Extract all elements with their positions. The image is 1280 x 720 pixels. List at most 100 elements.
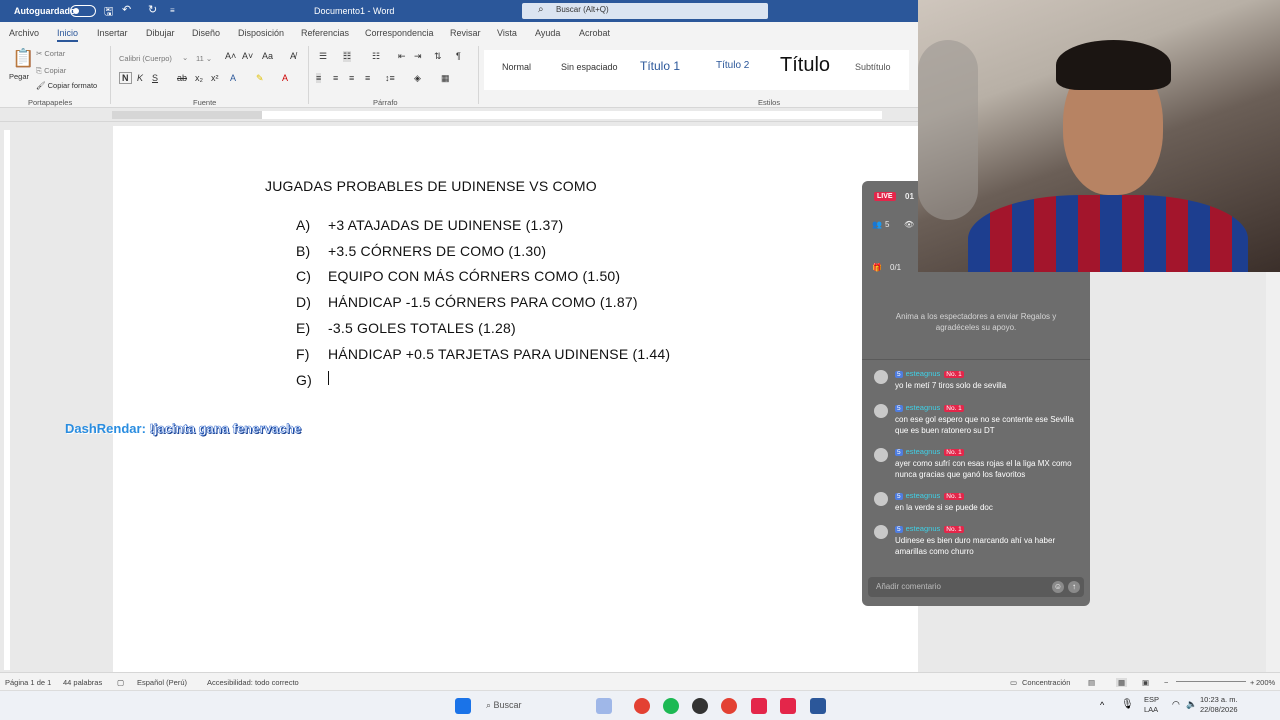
highlight-icon[interactable]: ✎ (256, 73, 264, 84)
send-icon[interactable]: ↑ (1068, 581, 1080, 593)
font-size-select[interactable]: 11 ⌄ (196, 54, 212, 63)
style-heading-1[interactable]: Título 1 (640, 59, 680, 93)
avatar[interactable] (874, 370, 888, 384)
style-title[interactable]: Título (780, 54, 830, 88)
tab-disposicion[interactable]: Disposición (238, 28, 284, 38)
tab-insertar[interactable]: Insertar (97, 28, 128, 38)
borders-icon[interactable]: ▦ (441, 73, 450, 84)
autosave-toggle[interactable] (70, 5, 96, 17)
windows-start-icon[interactable] (455, 698, 471, 714)
show-marks-icon[interactable]: ¶ (456, 51, 461, 61)
clock[interactable]: 10:23 a. m. 22/08/2026 (1200, 695, 1238, 715)
style-no-spacing[interactable]: Sin espaciado (561, 62, 618, 96)
focus-mode[interactable]: Concentración (1022, 678, 1070, 687)
align-center-icon[interactable]: ≡ (333, 73, 338, 83)
subscript-button[interactable]: x₂ (195, 73, 203, 83)
tab-archivo[interactable]: Archivo (9, 28, 39, 38)
app-icon-red[interactable] (780, 698, 796, 714)
spotify-icon[interactable] (663, 698, 679, 714)
mic-icon[interactable]: 🎙 (1121, 699, 1134, 710)
word-icon[interactable] (810, 698, 826, 714)
comment-input[interactable]: Añadir comentario ☺ ↑ (868, 577, 1084, 597)
chrome-icon-2[interactable] (721, 698, 737, 714)
font-name-select[interactable]: Calibri (Cuerpo) (119, 54, 172, 63)
grow-font-icon[interactable]: A˄ (225, 51, 236, 61)
redo-icon[interactable]: ↻ (148, 3, 157, 16)
undo-icon[interactable]: ↶ (122, 3, 131, 16)
increase-indent-icon[interactable]: ⇥ (414, 51, 422, 62)
style-heading-2[interactable]: Título 2 (716, 60, 749, 94)
tab-inicio[interactable]: Inicio (57, 28, 79, 42)
align-right-icon[interactable]: ≡ (349, 73, 354, 83)
strikethrough-button[interactable]: ab (177, 73, 187, 83)
vertical-ruler[interactable] (4, 130, 10, 670)
username[interactable]: esteagnus (906, 403, 941, 412)
sort-icon[interactable]: ⇅ (434, 51, 442, 62)
document-page[interactable]: JUGADAS PROBABLES DE UDINENSE VS COMO A)… (113, 126, 918, 672)
proofing-icon[interactable]: ▢ (117, 678, 124, 687)
paste-button[interactable]: Pegar (9, 72, 29, 81)
print-layout-icon[interactable]: ▦ (1116, 678, 1128, 687)
emoji-icon[interactable]: ☺ (1052, 581, 1064, 593)
decrease-indent-icon[interactable]: ⇤ (398, 51, 406, 62)
widgets-icon[interactable] (596, 698, 612, 714)
tab-referencias[interactable]: Referencias (301, 28, 349, 38)
tab-diseno[interactable]: Diseño (192, 28, 220, 38)
font-dropdown-icon[interactable]: ⌄ (182, 53, 188, 62)
tab-vista[interactable]: Vista (497, 28, 517, 38)
tab-acrobat[interactable]: Acrobat (579, 28, 610, 38)
avatar[interactable] (874, 525, 888, 539)
web-layout-icon[interactable]: ▣ (1142, 678, 1149, 687)
username[interactable]: esteagnus (906, 369, 941, 378)
tab-revisar[interactable]: Revisar (450, 28, 481, 38)
search-box[interactable]: ⌕ Buscar (Alt+Q) (522, 3, 768, 19)
tiktok-icon[interactable] (751, 698, 767, 714)
text-effects-icon[interactable]: A (230, 73, 236, 83)
app-icon[interactable] (692, 698, 708, 714)
accessibility-status[interactable]: Accesibilidad: todo correcto (207, 678, 299, 687)
save-icon[interactable]: 🖫 (104, 3, 113, 22)
wifi-icon[interactable]: ◠ (1172, 699, 1180, 710)
username[interactable]: esteagnus (906, 524, 941, 533)
shading-icon[interactable]: ◈ (414, 73, 421, 84)
italic-button[interactable]: K (137, 73, 143, 83)
avatar[interactable] (874, 448, 888, 462)
tab-ayuda[interactable]: Ayuda (535, 28, 560, 38)
username[interactable]: esteagnus (906, 491, 941, 500)
input-language[interactable]: ESP LAA (1144, 695, 1159, 715)
copy-button[interactable]: ⎘ Copiar (36, 66, 66, 76)
tab-correspondencia[interactable]: Correspondencia (365, 28, 434, 38)
change-case-icon[interactable]: Aa (262, 51, 273, 61)
avatar[interactable] (874, 404, 888, 418)
tray-chevron-icon[interactable]: ^ (1100, 700, 1104, 710)
numbering-icon[interactable]: ☷ (343, 51, 352, 62)
bullets-icon[interactable]: ☰ (319, 51, 327, 62)
tab-dibujar[interactable]: Dibujar (146, 28, 175, 38)
horizontal-ruler[interactable] (0, 108, 918, 122)
chrome-icon[interactable] (634, 698, 650, 714)
multilevel-list-icon[interactable]: ☷ (372, 51, 380, 62)
zoom-in-icon[interactable]: + (1250, 678, 1254, 687)
word-count[interactable]: 44 palabras (63, 678, 102, 687)
bold-button[interactable]: N (119, 72, 132, 84)
cut-button[interactable]: ✂ Cortar (36, 49, 65, 58)
page-count[interactable]: Página 1 de 1 (5, 678, 51, 687)
eye-icon[interactable]: 👁 (904, 220, 914, 229)
focus-icon[interactable]: ▭ (1010, 678, 1017, 687)
zoom-slider[interactable] (1176, 681, 1246, 682)
paste-icon[interactable]: 📋 (12, 48, 34, 69)
underline-button[interactable]: S (152, 73, 158, 83)
align-left-icon[interactable]: ≡ (316, 73, 322, 83)
format-painter-button[interactable]: 🖌 Copiar formato (36, 81, 97, 90)
superscript-button[interactable]: x² (211, 73, 219, 83)
zoom-level[interactable]: 200% (1256, 678, 1275, 687)
zoom-out-icon[interactable]: − (1164, 678, 1168, 687)
shrink-font-icon[interactable]: A˅ (242, 51, 253, 61)
font-color-icon[interactable]: A (282, 73, 288, 83)
avatar[interactable] (874, 492, 888, 506)
volume-icon[interactable]: 🔈 (1186, 699, 1197, 710)
username[interactable]: esteagnus (906, 447, 941, 456)
read-mode-icon[interactable]: ▤ (1088, 678, 1095, 687)
line-spacing-icon[interactable]: ↕≡ (385, 73, 395, 83)
style-normal[interactable]: Normal (502, 62, 531, 96)
